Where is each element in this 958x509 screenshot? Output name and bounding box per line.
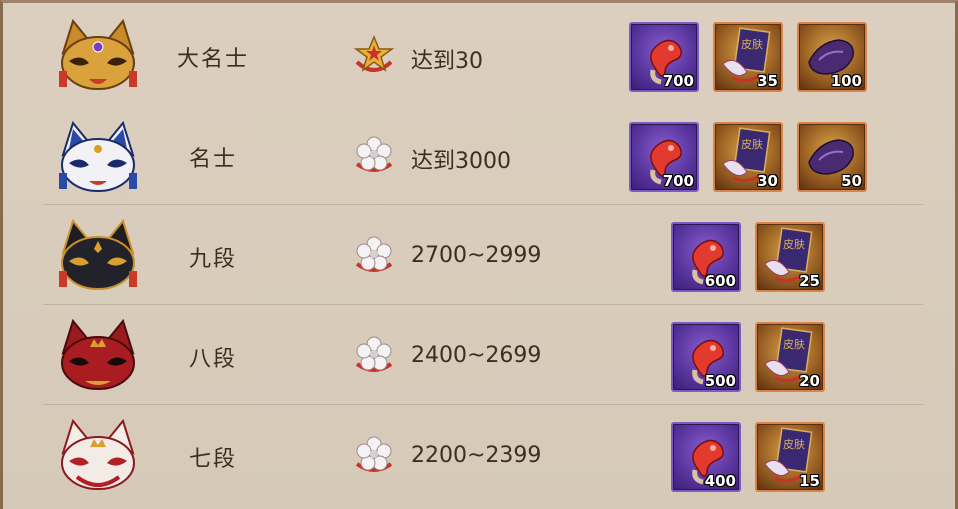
rank-rewards-panel: 大名士 达到30 700 皮肤 35 100 名士 达到3000 700 皮肤 … [0, 0, 958, 509]
reward-count: 600 [704, 272, 736, 290]
reward-item[interactable]: 皮肤 30 [713, 122, 783, 192]
reward-count: 700 [662, 172, 694, 190]
gold-fox-mask-icon [59, 18, 137, 90]
black-fox-mask-icon [59, 218, 137, 290]
svg-text:皮肤: 皮肤 [783, 437, 805, 451]
reward-count: 20 [799, 372, 820, 390]
reward-count: 50 [841, 172, 862, 190]
svg-text:皮肤: 皮肤 [783, 337, 805, 351]
rank-name: 八段 [188, 347, 237, 372]
reward-count: 700 [662, 72, 694, 90]
reward-count: 25 [799, 272, 820, 290]
rank-name: 七段 [188, 447, 237, 472]
reward-count: 100 [830, 72, 862, 90]
reward-item[interactable]: 500 [671, 322, 741, 392]
rank-condition: 2400~2699 [411, 343, 542, 368]
reward-count: 30 [757, 172, 778, 190]
svg-text:皮肤: 皮肤 [741, 37, 763, 51]
white-flower-icon [355, 436, 393, 472]
reward-count: 500 [704, 372, 736, 390]
reward-item[interactable]: 50 [797, 122, 867, 192]
reward-item[interactable]: 皮肤 20 [755, 322, 825, 392]
rank-row-3: 八段 2400~2699 500 皮肤 20 [3, 305, 958, 405]
rank-condition: 2700~2999 [411, 243, 542, 268]
reward-item[interactable]: 400 [671, 422, 741, 492]
reward-item[interactable]: 700 [629, 22, 699, 92]
white-flower-icon [355, 136, 393, 172]
white-red-fox-mask-icon [61, 418, 135, 490]
rank-row-2: 九段 2700~2999 600 皮肤 25 [3, 205, 958, 305]
svg-text:皮肤: 皮肤 [741, 137, 763, 151]
reward-item[interactable]: 600 [671, 222, 741, 292]
rank-name: 九段 [188, 247, 237, 272]
gold-star-badge-icon [353, 35, 395, 72]
svg-text:皮肤: 皮肤 [783, 237, 805, 251]
rank-row-4: 七段 2200~2399 400 皮肤 15 [3, 405, 958, 505]
rank-condition: 达到30 [411, 49, 483, 74]
rank-name: 名士 [188, 147, 237, 172]
white-flower-icon [355, 236, 393, 272]
reward-item[interactable]: 皮肤 35 [713, 22, 783, 92]
rank-condition: 2200~2399 [411, 443, 542, 468]
red-fox-mask-icon [61, 318, 135, 390]
reward-item[interactable]: 700 [629, 122, 699, 192]
rank-row-1: 名士 达到3000 700 皮肤 30 50 [3, 105, 958, 205]
reward-count: 35 [757, 72, 778, 90]
reward-item[interactable]: 皮肤 25 [755, 222, 825, 292]
rank-row-0: 大名士 达到30 700 皮肤 35 100 [3, 5, 958, 105]
rank-condition: 达到3000 [411, 149, 511, 174]
reward-item[interactable]: 100 [797, 22, 867, 92]
blue-fox-mask-icon [59, 120, 137, 192]
rank-name: 大名士 [176, 47, 249, 72]
reward-count: 15 [799, 472, 820, 490]
white-flower-icon [355, 336, 393, 372]
reward-count: 400 [704, 472, 736, 490]
reward-item[interactable]: 皮肤 15 [755, 422, 825, 492]
